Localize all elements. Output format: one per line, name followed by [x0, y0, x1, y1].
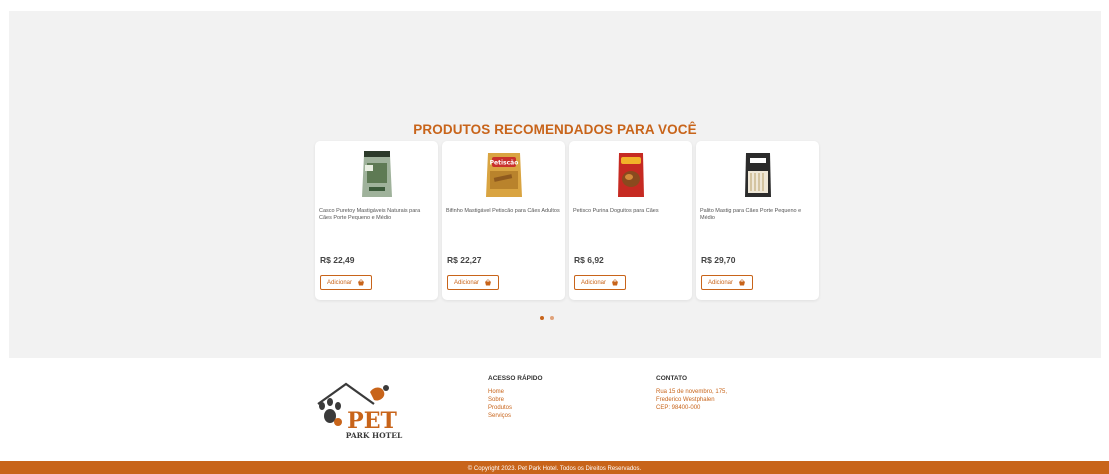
- product-card[interactable]: Petiscão Bifinho Mastigável Petiscão par…: [442, 141, 565, 300]
- add-to-cart-button[interactable]: Adicionar: [574, 275, 627, 290]
- product-name: Petisco Purina Doguitos para Cães: [573, 208, 659, 214]
- quick-access-column: ACESSO RÁPIDO Home Sobre Produtos Serviç…: [488, 375, 543, 420]
- svg-text:Petiscão: Petiscão: [489, 160, 518, 167]
- product-name: Casco Puretoy Mastigáveis Naturais para …: [319, 208, 421, 221]
- add-to-cart-button[interactable]: Adicionar: [701, 275, 754, 290]
- contact-address-line: Rua 15 de novembro, 175,: [656, 389, 728, 395]
- product-name: Palito Mastig para Cães Porte Pequeno e …: [700, 208, 802, 221]
- product-price: R$ 6,92: [574, 255, 604, 265]
- carousel-dot-1[interactable]: [540, 316, 544, 320]
- product-card[interactable]: Palito Mastig para Cães Porte Pequeno e …: [696, 141, 819, 300]
- quick-access-title: ACESSO RÁPIDO: [488, 375, 543, 382]
- product-image: [569, 149, 692, 199]
- copyright-bar: © Copyright 2023. Pet Park Hotel. Todos …: [0, 461, 1109, 474]
- add-to-cart-button[interactable]: Adicionar: [447, 275, 500, 290]
- product-image: Petiscão: [442, 149, 565, 199]
- basket-icon: [485, 279, 492, 286]
- recommended-section: PRODUTOS RECOMENDADOS PARA VOCÊ Casco Pu…: [9, 11, 1101, 358]
- footer-link-produtos[interactable]: Produtos: [488, 404, 543, 412]
- copyright-text: © Copyright 2023. Pet Park Hotel. Todos …: [467, 466, 642, 472]
- carousel-dots: [540, 316, 554, 320]
- product-card[interactable]: Petisco Purina Doguitos para Cães R$ 6,9…: [569, 141, 692, 300]
- basket-icon: [739, 279, 746, 286]
- product-image: [696, 149, 819, 199]
- add-button-label: Adicionar: [454, 279, 480, 286]
- footer-link-servicos[interactable]: Serviços: [488, 412, 543, 420]
- product-card[interactable]: Casco Puretoy Mastigáveis Naturais para …: [315, 141, 438, 300]
- product-price: R$ 22,27: [447, 255, 482, 265]
- contact-city-line: Frederico Westphalen: [656, 397, 715, 403]
- basket-icon: [358, 279, 365, 286]
- pet-park-logo[interactable]: PET PARK HOTEL: [312, 378, 412, 440]
- contact-zip-line: CEP: 98400-000: [656, 405, 701, 411]
- footer-link-sobre[interactable]: Sobre: [488, 396, 543, 404]
- product-name: Bifinho Mastigável Petiscão para Cães Ad…: [446, 208, 560, 214]
- add-to-cart-button[interactable]: Adicionar: [320, 275, 373, 290]
- add-button-label: Adicionar: [581, 279, 607, 286]
- contact-column: CONTATO Rua 15 de novembro, 175, Frederi…: [656, 375, 727, 412]
- footer-link-home[interactable]: Home: [488, 388, 543, 396]
- product-image: [315, 149, 438, 199]
- carousel-dot-2[interactable]: [550, 316, 554, 320]
- svg-text:PARK HOTEL: PARK HOTEL: [346, 431, 403, 440]
- product-price: R$ 22,49: [320, 255, 355, 265]
- basket-icon: [612, 279, 619, 286]
- add-button-label: Adicionar: [327, 279, 353, 286]
- contact-title: CONTATO: [656, 375, 688, 382]
- section-title: PRODUTOS RECOMENDADOS PARA VOCÊ: [413, 122, 697, 137]
- product-price: R$ 29,70: [701, 255, 736, 265]
- add-button-label: Adicionar: [708, 279, 734, 286]
